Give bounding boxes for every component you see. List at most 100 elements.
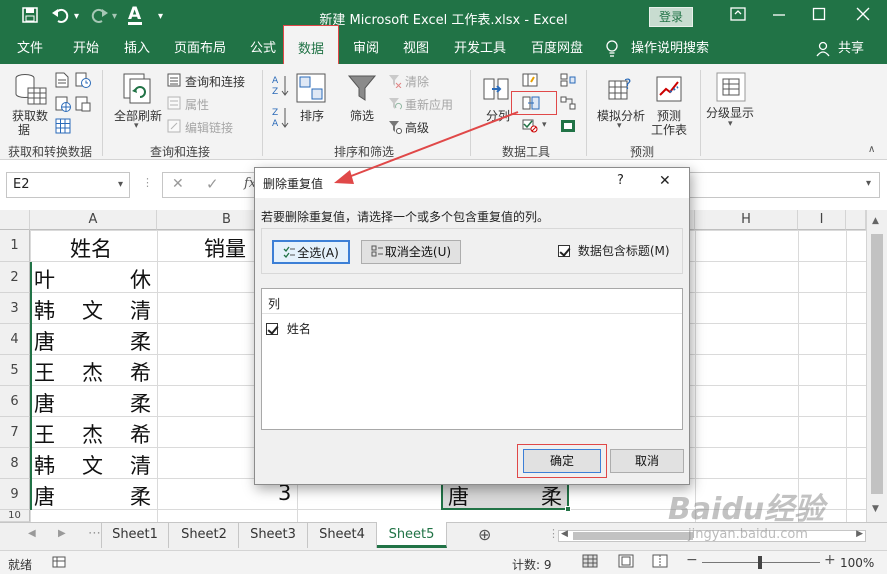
scroll-tabs-right-icon[interactable]: ▶: [58, 528, 66, 539]
zoom-slider-thumb[interactable]: [758, 556, 762, 569]
forecast-sheet-label-2[interactable]: 工作表: [651, 121, 687, 138]
tab-data[interactable]: 数据: [283, 25, 339, 65]
tab-home[interactable]: 开始: [64, 34, 108, 64]
close-dialog-button[interactable]: ✕: [659, 173, 671, 189]
normal-view-icon[interactable]: [582, 554, 598, 571]
cell-a9-char3[interactable]: 柔: [130, 481, 151, 511]
share-button[interactable]: 共享: [834, 34, 868, 64]
new-sheet-icon[interactable]: ⊕: [478, 525, 491, 544]
vertical-scroll-thumb[interactable]: [871, 234, 883, 494]
filter-icon[interactable]: [347, 73, 377, 106]
consolidate-icon[interactable]: [560, 73, 576, 90]
cell-a4-char3[interactable]: 柔: [130, 326, 151, 356]
unselect-all-button[interactable]: 取消全选(U): [361, 240, 461, 264]
more-tabs-icon[interactable]: ⋯: [88, 526, 101, 541]
row-header-1[interactable]: 1: [0, 230, 30, 262]
refresh-dropdown-icon[interactable]: ▾: [134, 121, 139, 131]
sheet-tab-3[interactable]: Sheet3: [239, 522, 308, 548]
sort-ascending-icon[interactable]: AZ: [272, 74, 290, 99]
select-all-corner[interactable]: [0, 210, 30, 230]
properties-icon[interactable]: [167, 96, 181, 113]
data-model-icon[interactable]: [560, 119, 576, 136]
cell-a1[interactable]: 姓名: [70, 233, 112, 263]
login-button[interactable]: 登录: [649, 7, 693, 27]
get-data-icon[interactable]: [14, 72, 48, 109]
tab-baidu-netdisk[interactable]: 百度网盘: [522, 34, 592, 64]
row-header-5[interactable]: 5: [0, 355, 30, 386]
cell-a8-char2[interactable]: 文: [82, 450, 103, 480]
row-header-9[interactable]: 9: [0, 479, 30, 510]
text-to-columns-icon[interactable]: [482, 75, 510, 106]
cell-a6-char1[interactable]: 唐: [34, 388, 55, 418]
scroll-up-icon[interactable]: ▲: [872, 216, 879, 226]
cell-a8-char3[interactable]: 清: [130, 450, 151, 480]
get-data-label-2[interactable]: 据: [18, 121, 30, 138]
cell-a8-char1[interactable]: 韩: [34, 450, 55, 480]
tell-me-search[interactable]: 操作说明搜索: [628, 34, 712, 64]
columns-list[interactable]: 列 姓名: [261, 288, 683, 430]
column-header-a[interactable]: A: [30, 210, 157, 230]
outline-dropdown-icon[interactable]: ▾: [728, 119, 733, 129]
scroll-down-icon[interactable]: ▼: [872, 504, 879, 514]
column-header-next[interactable]: [846, 210, 866, 230]
zoom-in-icon[interactable]: +: [824, 552, 836, 568]
maximize-icon[interactable]: [812, 6, 826, 26]
minimize-icon[interactable]: [772, 6, 786, 26]
edit-links-icon[interactable]: [167, 119, 181, 136]
recent-sources-icon[interactable]: [75, 72, 91, 91]
data-validation-dropdown-icon[interactable]: ▾: [542, 120, 547, 130]
cell-a2-char1[interactable]: 叶: [34, 264, 55, 294]
ok-button[interactable]: 确定: [523, 449, 601, 473]
properties-button[interactable]: 属性: [185, 96, 209, 113]
clear-button[interactable]: 清除: [405, 73, 429, 90]
column-header-h[interactable]: H: [695, 210, 798, 230]
cell-a4-char1[interactable]: 唐: [34, 326, 55, 356]
tab-view[interactable]: 视图: [394, 34, 438, 64]
queries-connections-button[interactable]: 查询和连接: [185, 73, 245, 90]
flash-fill-icon[interactable]: [522, 73, 538, 90]
tab-review[interactable]: 审阅: [344, 34, 388, 64]
tab-developer[interactable]: 开发工具: [448, 34, 512, 64]
scroll-tabs-left-icon[interactable]: ◀: [28, 528, 36, 539]
row-header-2[interactable]: 2: [0, 262, 30, 293]
cell-b1[interactable]: 销量: [204, 233, 246, 263]
cell-a2-char3[interactable]: 休: [130, 264, 151, 294]
refresh-all-icon[interactable]: [122, 72, 154, 107]
cell-a7-char1[interactable]: 王: [34, 419, 55, 449]
row-header-6[interactable]: 6: [0, 386, 30, 417]
sheet-tab-1[interactable]: Sheet1: [101, 522, 169, 548]
sort-button[interactable]: 排序: [300, 107, 324, 124]
collapse-ribbon-icon[interactable]: ∧: [868, 144, 875, 155]
cell-a5-char2[interactable]: 杰: [82, 357, 103, 387]
sheet-tab-4[interactable]: Sheet4: [308, 522, 377, 548]
zoom-out-icon[interactable]: −: [686, 552, 698, 568]
cell-a6-char3[interactable]: 柔: [130, 388, 151, 418]
cancel-formula-icon[interactable]: ✕: [172, 176, 184, 192]
row-header-3[interactable]: 3: [0, 293, 30, 324]
page-break-view-icon[interactable]: [652, 554, 668, 571]
cell-a5-char3[interactable]: 希: [130, 357, 151, 387]
column-item-checkbox[interactable]: [266, 322, 278, 335]
select-all-button[interactable]: 全选(A): [272, 240, 350, 264]
outline-icon[interactable]: [716, 72, 746, 105]
sort-descending-icon[interactable]: ZA: [272, 106, 290, 131]
tab-page-layout[interactable]: 页面布局: [168, 34, 232, 64]
zoom-level[interactable]: 100%: [840, 556, 874, 570]
cell-a3-char3[interactable]: 清: [130, 295, 151, 325]
scroll-right-icon[interactable]: ▶: [856, 529, 863, 539]
relationships-icon[interactable]: [560, 96, 576, 113]
ribbon-display-icon[interactable]: [730, 6, 746, 26]
has-headers-checkbox[interactable]: [558, 244, 570, 257]
sheet-tab-5[interactable]: Sheet5: [377, 522, 447, 548]
enter-formula-icon[interactable]: ✓: [206, 175, 219, 193]
close-window-icon[interactable]: [856, 6, 870, 26]
sort-dialog-icon[interactable]: [296, 73, 326, 106]
from-table-icon[interactable]: [55, 118, 71, 137]
vertical-scrollbar[interactable]: ▲ ▼: [866, 210, 887, 522]
what-if-analysis-icon[interactable]: ?: [607, 75, 635, 106]
fill-handle[interactable]: [565, 506, 571, 512]
column-header-i[interactable]: I: [798, 210, 846, 230]
has-headers-option[interactable]: 数据包含标题(M): [558, 242, 670, 259]
cell-a5-char1[interactable]: 王: [34, 357, 55, 387]
row-header-10[interactable]: 10: [0, 510, 30, 522]
